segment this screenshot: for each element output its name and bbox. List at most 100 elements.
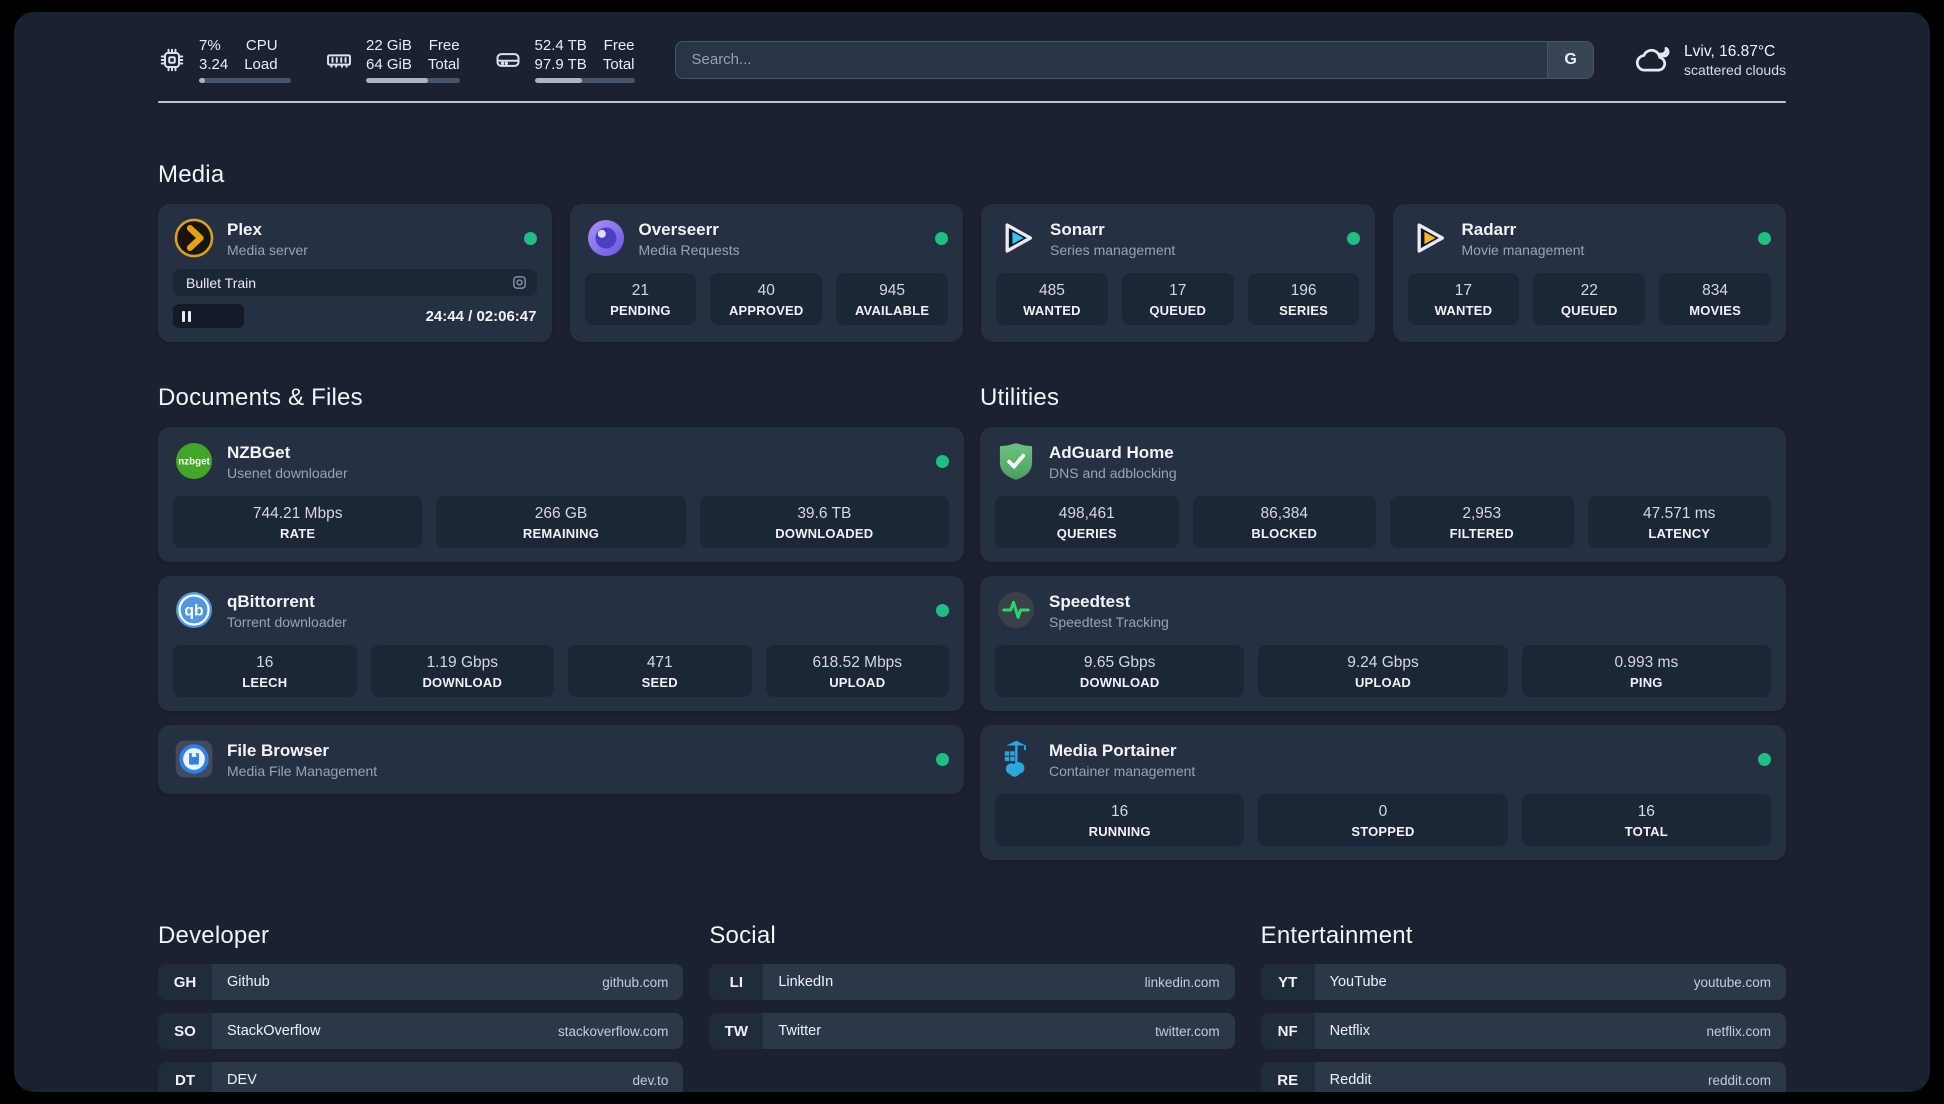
now-playing-settings-icon[interactable] bbox=[511, 274, 528, 291]
link-row-twitter[interactable]: TW Twitter twitter.com bbox=[709, 1013, 1235, 1049]
radarr-icon bbox=[1408, 217, 1450, 259]
link-row-linkedin[interactable]: LI LinkedIn linkedin.com bbox=[709, 964, 1235, 1000]
search-input[interactable] bbox=[675, 41, 1548, 78]
link-name: Reddit bbox=[1329, 1072, 1372, 1088]
stat-label: QUERIES bbox=[1056, 526, 1117, 541]
app-description: DNS and adblocking bbox=[1049, 464, 1177, 481]
link-row-github[interactable]: GH Github github.com bbox=[158, 964, 684, 1000]
link-url: dev.to bbox=[632, 1072, 669, 1088]
stat-label: BLOCKED bbox=[1251, 526, 1318, 541]
qbittorrent-card[interactable]: qb qBittorrent Torrent downloader 16 LEE… bbox=[158, 576, 964, 711]
media-grid: Plex Media server Bullet Train 24:44 / 0… bbox=[158, 204, 1786, 342]
radarr-stat-movies: 834 MOVIES bbox=[1659, 273, 1771, 325]
link-abbr: YT bbox=[1260, 964, 1315, 1000]
link-url: youtube.com bbox=[1693, 974, 1771, 990]
disk-icon bbox=[494, 46, 522, 74]
overseerr-card[interactable]: Overseerr Media Requests 21 PENDING 40 A… bbox=[569, 204, 963, 342]
disk-progress-fill bbox=[534, 78, 582, 83]
stat-value: 16 bbox=[1111, 803, 1129, 820]
radarr-stat-wanted: 17 WANTED bbox=[1407, 273, 1520, 325]
cpu-progress-fill bbox=[199, 78, 206, 83]
app-description: Speedtest Tracking bbox=[1049, 613, 1169, 630]
link-row-reddit[interactable]: RE Reddit reddit.com bbox=[1260, 1062, 1786, 1092]
link-name: Github bbox=[227, 974, 270, 990]
stat-label: REMAINING bbox=[522, 526, 600, 541]
app-name: Overseerr bbox=[638, 219, 719, 239]
adguard-icon bbox=[995, 440, 1037, 482]
stat-value: 40 bbox=[757, 282, 775, 299]
portainer-stat-running: 16 RUNNING bbox=[995, 794, 1245, 846]
stat-label: WANTED bbox=[1023, 303, 1081, 318]
adguard-stat-filtered: 2,953 FILTERED bbox=[1390, 496, 1574, 548]
cpu-progress-bar bbox=[199, 78, 291, 83]
developer-links-column: Developer GH Github github.com SO StackO… bbox=[158, 922, 684, 1092]
qbittorrent-icon: qb bbox=[173, 589, 215, 631]
portainer-card[interactable]: Media Portainer Container management 16 … bbox=[980, 725, 1786, 860]
link-name: Twitter bbox=[778, 1023, 822, 1039]
search-engine-button[interactable]: G bbox=[1547, 41, 1594, 78]
app-name: Speedtest bbox=[1049, 591, 1131, 611]
link-row-youtube[interactable]: YT YouTube youtube.com bbox=[1260, 964, 1786, 1000]
documents-column: Documents & Files nzbget NZBGet Usenet d… bbox=[158, 384, 964, 794]
filebrowser-card[interactable]: File Browser Media File Management bbox=[158, 725, 964, 794]
svg-text:qb: qb bbox=[184, 603, 203, 620]
section-title-media: Media bbox=[158, 161, 225, 188]
stat-value: 86,384 bbox=[1260, 505, 1308, 522]
app-description: Movie management bbox=[1461, 241, 1585, 258]
stat-value: 471 bbox=[646, 654, 673, 671]
app-description: Container management bbox=[1049, 762, 1196, 779]
stat-value: 16 bbox=[256, 654, 274, 671]
stat-value: 2,953 bbox=[1462, 505, 1502, 522]
link-name: YouTube bbox=[1329, 974, 1387, 990]
radarr-card[interactable]: Radarr Movie management 17 WANTED 22 QUE… bbox=[1392, 204, 1786, 342]
nzbget-icon: nzbget bbox=[173, 440, 215, 482]
section-title-entertainment: Entertainment bbox=[1260, 922, 1413, 949]
stat-label: FILTERED bbox=[1449, 526, 1514, 541]
adguard-card[interactable]: AdGuard Home DNS and adblocking 498,461 … bbox=[980, 427, 1786, 562]
sonarr-card[interactable]: Sonarr Series management 485 WANTED 17 Q… bbox=[981, 204, 1375, 342]
nzbget-card[interactable]: nzbget NZBGet Usenet downloader 744.21 M… bbox=[158, 427, 964, 562]
status-dot bbox=[1346, 231, 1360, 245]
speedtest-stat-ping: 0.993 ms PING bbox=[1521, 645, 1771, 697]
qbittorrent-stat-leech: 16 LEECH bbox=[173, 645, 357, 697]
plex-card[interactable]: Plex Media server Bullet Train 24:44 / 0… bbox=[158, 204, 552, 342]
utilities-column: Utilities AdGuard Home DNS and adblockin… bbox=[980, 384, 1786, 860]
link-abbr: TW bbox=[709, 1013, 764, 1049]
sonarr-stat-queued: 17 QUEUED bbox=[1121, 273, 1234, 325]
link-name: Netflix bbox=[1329, 1023, 1370, 1039]
status-dot bbox=[523, 231, 537, 245]
qbittorrent-stat-upload: 618.52 Mbps UPLOAD bbox=[765, 645, 949, 697]
link-name: StackOverflow bbox=[227, 1023, 321, 1039]
stat-label: DOWNLOADED bbox=[775, 526, 874, 541]
link-url: stackoverflow.com bbox=[558, 1023, 669, 1039]
cloud-icon bbox=[1634, 41, 1672, 79]
stat-value: 834 bbox=[1702, 282, 1728, 299]
header-divider bbox=[158, 101, 1786, 103]
svg-text:nzbget: nzbget bbox=[178, 456, 210, 467]
pause-icon[interactable] bbox=[182, 310, 191, 322]
overseerr-stat-available: 945 AVAILABLE bbox=[836, 273, 948, 325]
link-url: reddit.com bbox=[1707, 1072, 1771, 1088]
app-description: Media Requests bbox=[638, 241, 740, 258]
stat-label: PING bbox=[1630, 675, 1663, 690]
portainer-stat-total: 16 TOTAL bbox=[1521, 794, 1771, 846]
weather-widget: Lviv, 16.87°C scattered clouds bbox=[1634, 41, 1786, 79]
plex-icon bbox=[173, 217, 215, 259]
section-title-developer: Developer bbox=[158, 922, 270, 949]
adguard-stat-latency: 47.571 ms LATENCY bbox=[1587, 496, 1771, 548]
entertainment-links-column: Entertainment YT YouTube youtube.com NF … bbox=[1260, 922, 1786, 1092]
app-name: AdGuard Home bbox=[1049, 442, 1174, 462]
link-row-dev[interactable]: DT DEV dev.to bbox=[158, 1062, 684, 1092]
stat-value: 17 bbox=[1169, 282, 1187, 299]
link-name: DEV bbox=[227, 1072, 257, 1088]
speedtest-card[interactable]: Speedtest Speedtest Tracking 9.65 Gbps D… bbox=[980, 576, 1786, 711]
link-row-stackoverflow[interactable]: SO StackOverflow stackoverflow.com bbox=[158, 1013, 684, 1049]
link-row-netflix[interactable]: NF Netflix netflix.com bbox=[1260, 1013, 1786, 1049]
now-playing-title: Bullet Train bbox=[186, 274, 257, 291]
stat-value: 618.52 Mbps bbox=[812, 654, 903, 671]
stat-value: 498,461 bbox=[1058, 505, 1115, 522]
radarr-stat-queued: 22 QUEUED bbox=[1533, 273, 1646, 325]
disk-stat-widget: 52.4 TB 97.9 TB Free Total bbox=[494, 36, 635, 83]
link-abbr: LI bbox=[709, 964, 764, 1000]
top-bar: 7% 3.24 CPU Load 22 GiB 64 GiB Free Tota… bbox=[158, 12, 1786, 83]
